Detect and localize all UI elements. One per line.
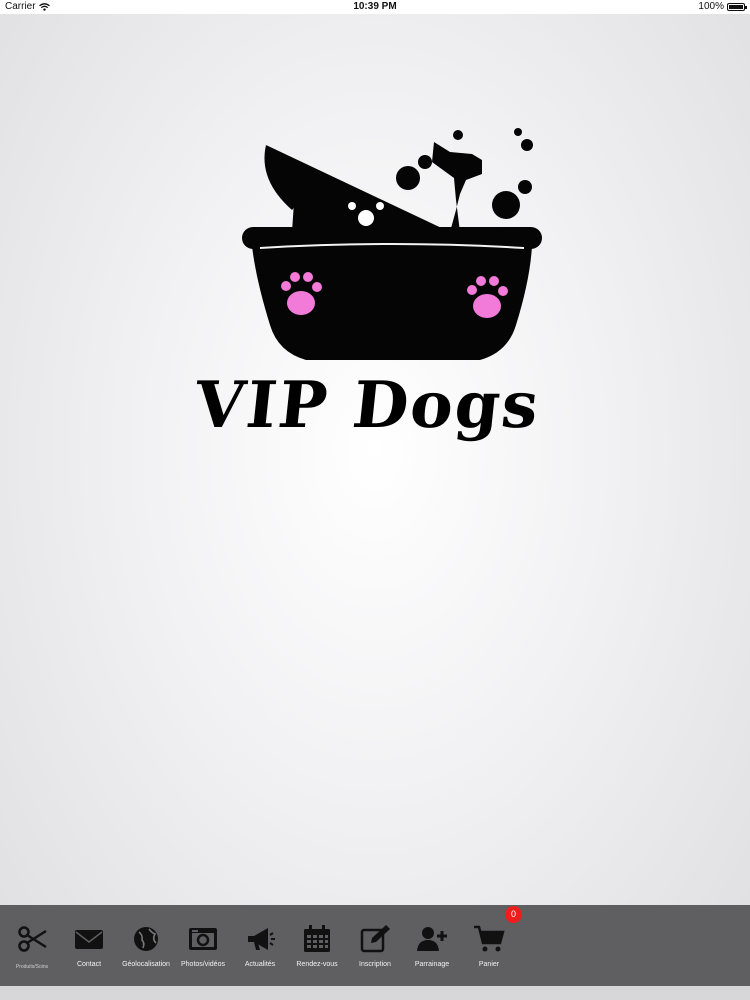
tab-geolocalisation[interactable]: Géolocalisation [116,923,176,968]
tab-contact[interactable]: Contact [59,923,119,968]
tab-label: Panier [478,961,500,968]
tab-label: Actualités [244,961,276,968]
tab-label: Géolocalisation [122,961,170,968]
scissors-icon [18,926,47,952]
bottom-strip [0,986,750,1000]
tab-label: Parrainage [414,961,450,968]
globe-icon [134,927,158,951]
status-bar: Carrier 10:39 PM 100% [0,0,750,14]
tab-parrainage[interactable]: Parrainage [402,923,462,968]
tab-label: Photos/vidéos [181,961,225,968]
status-time: 10:39 PM [353,1,397,12]
add-user-icon [417,927,447,951]
megaphone-icon [248,928,275,950]
envelope-icon [75,930,103,949]
tab-panier[interactable]: Panier [459,923,519,968]
calendar-icon [304,925,330,952]
dog-silhouette [264,142,482,232]
tab-produits-soins[interactable]: Produits/Soins [2,923,62,970]
tab-label: Rendez-vous [296,961,338,968]
tab-rendez-vous[interactable]: Rendez-vous [287,923,347,968]
logo-wordmark: VIP Dogs [191,368,544,443]
battery-percent: 100% [698,1,724,12]
cart-badge: 0 [505,906,522,923]
battery-icon [727,2,747,11]
tab-label: Inscription [359,961,391,968]
tab-actualites[interactable]: Actualités [230,923,290,968]
battery-status: 100% [698,1,747,12]
camera-icon [189,928,217,950]
tab-inscription[interactable]: Inscription [345,923,405,968]
cart-icon [474,925,505,952]
tab-label: Produits/Soins [15,964,49,970]
tab-label: Contact [76,961,102,968]
tab-photos-videos[interactable]: Photos/vidéos [173,923,233,968]
bottom-tab-bar: Produits/Soins Contact Géolocalisation P… [0,905,750,986]
app-screen: Carrier 10:39 PM 100% VIP Dogs Produits/… [0,0,750,1000]
edit-icon [360,925,390,953]
bathtub [242,227,542,360]
